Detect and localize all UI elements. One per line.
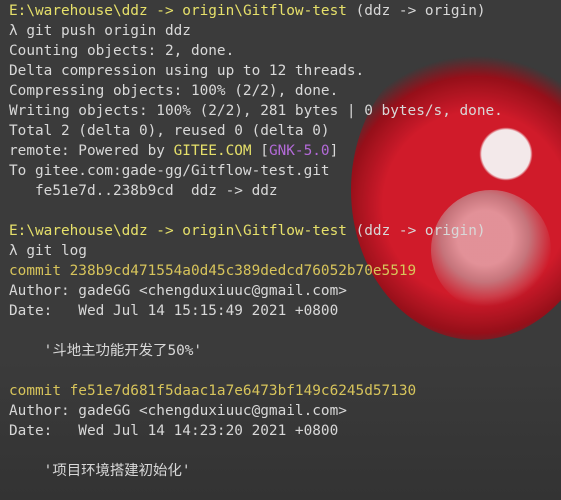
push-ref-line: fe51e7d..238b9cd ddz -> ddz	[9, 183, 278, 199]
prompt-line: E:\warehouse\ddz -> origin\Gitflow-test …	[9, 1, 561, 21]
prompt-path: E:\warehouse\ddz	[9, 223, 148, 239]
remote-prefix: remote: Powered by	[9, 143, 174, 159]
commit-date-line: Date: Wed Jul 14 14:23:20 2021 +0800	[9, 423, 339, 439]
terminal-window[interactable]: E:\warehouse\ddz -> origin\Gitflow-test …	[0, 0, 561, 500]
push-target-line: To gitee.com:gade-gg/Gitflow-test.git	[9, 163, 330, 179]
terminal-output: E:\warehouse\ddz -> origin\Gitflow-test …	[9, 1, 561, 481]
output-line: Delta compression using up to 12 threads…	[9, 63, 365, 79]
command-line: λ git log	[9, 243, 87, 259]
remote-gnk-version: GNK-5.0	[268, 143, 330, 159]
remote-bracket-close: ]	[329, 143, 339, 159]
prompt-branch-info: (ddz -> origin)	[355, 223, 486, 239]
commit-author-line: Author: gadeGG <chengduxiuuc@gmail.com>	[9, 283, 347, 299]
output-line: Compressing objects: 100% (2/2), done.	[9, 83, 339, 99]
command-line: λ git push origin ddz	[9, 23, 191, 39]
remote-bracket-open: [	[251, 143, 269, 159]
commit-date-line: Date: Wed Jul 14 15:15:49 2021 +0800	[9, 303, 339, 319]
commit-hash-line: commit fe51e7d681f5daac1a7e6473bf149c624…	[9, 383, 417, 399]
prompt-branch-info: (ddz -> origin)	[355, 3, 486, 19]
commit-author-line: Author: gadeGG <chengduxiuuc@gmail.com>	[9, 403, 347, 419]
commit-message-line: '项目环境搭建初始化'	[9, 463, 191, 479]
remote-line: remote: Powered by GITEE.COM [GNK-5.0]	[9, 141, 561, 161]
output-line: Writing objects: 100% (2/2), 281 bytes |…	[9, 103, 503, 119]
output-line: Counting objects: 2, done.	[9, 43, 235, 59]
commit-message-line: '斗地主功能开发了50%'	[9, 343, 203, 359]
prompt-arrow: ->	[156, 223, 174, 239]
prompt-line: E:\warehouse\ddz -> origin\Gitflow-test …	[9, 221, 561, 241]
prompt-origin-path: origin\Gitflow-test	[182, 3, 347, 19]
commit-hash-line: commit 238b9cd471554a0d45c389dedcd76052b…	[9, 263, 417, 279]
prompt-origin-path: origin\Gitflow-test	[182, 223, 347, 239]
prompt-arrow: ->	[156, 3, 174, 19]
remote-gitee-link: GITEE.COM	[173, 143, 252, 159]
prompt-path: E:\warehouse\ddz	[9, 3, 148, 19]
output-line: Total 2 (delta 0), reused 0 (delta 0)	[9, 123, 330, 139]
